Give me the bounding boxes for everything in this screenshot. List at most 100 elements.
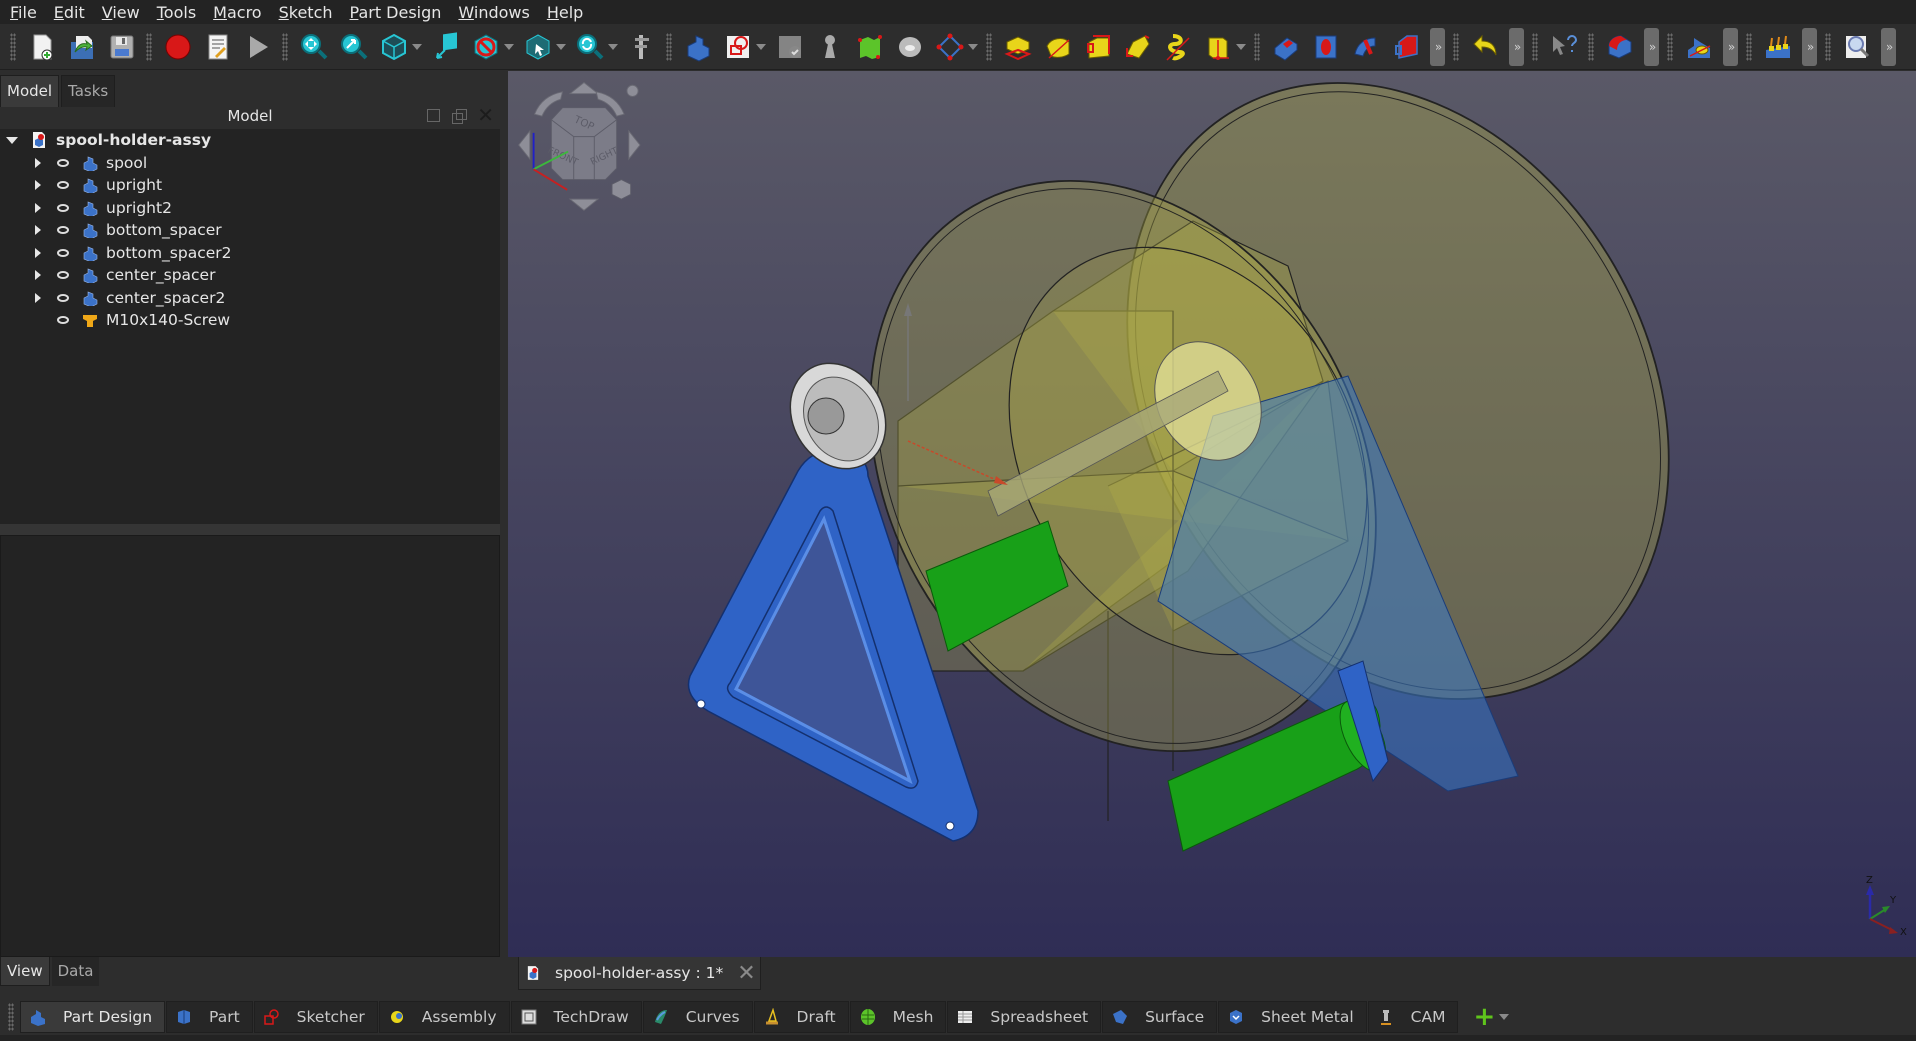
- fillet-button[interactable]: [1603, 30, 1637, 64]
- tree-item-spool[interactable]: spool: [0, 152, 500, 175]
- workbench-tab-part-design[interactable]: Part Design: [20, 1001, 166, 1033]
- navcube-rotate-up-icon[interactable]: [568, 81, 600, 95]
- workbench-tab-cam[interactable]: CAM: [1367, 1001, 1459, 1033]
- toolbar-grip[interactable]: [1453, 32, 1459, 61]
- menu-part-design[interactable]: Part Design: [350, 3, 442, 22]
- toolbar-extension-button[interactable]: »: [1881, 27, 1896, 66]
- workbench-tab-part[interactable]: Part: [166, 1001, 253, 1033]
- tree-item-center-spacer[interactable]: center_spacer: [0, 264, 500, 287]
- menu-windows[interactable]: Windows: [458, 3, 529, 22]
- view-menu-dropdown[interactable]: [412, 30, 422, 64]
- menu-tools[interactable]: Tools: [157, 3, 196, 22]
- sync-view-dropdown[interactable]: [608, 30, 618, 64]
- tree-item-upright[interactable]: upright: [0, 174, 500, 197]
- expand-arrow-icon[interactable]: [35, 180, 41, 191]
- workbench-tab-draft[interactable]: Draft: [753, 1001, 849, 1033]
- macro-run-button[interactable]: [241, 30, 275, 64]
- create-sketch-button[interactable]: [721, 30, 755, 64]
- tree-item-m10x140-screw[interactable]: M10x140-Screw: [0, 309, 500, 332]
- document-tab[interactable]: spool-holder-assy : 1* ✕: [518, 957, 761, 990]
- additive-pipe-button[interactable]: [1121, 30, 1155, 64]
- tab-tasks[interactable]: Tasks: [61, 75, 116, 107]
- toolbar-grip[interactable]: [282, 32, 288, 61]
- workbench-tab-mesh[interactable]: Mesh: [849, 1001, 947, 1033]
- groove-button[interactable]: [1349, 30, 1383, 64]
- fit-all-button[interactable]: [297, 30, 331, 64]
- visibility-eye-icon[interactable]: [57, 226, 69, 235]
- toolbar-grip[interactable]: [1825, 32, 1831, 61]
- expand-arrow-icon[interactable]: [35, 202, 41, 213]
- sketch-dropdown[interactable]: [756, 30, 766, 64]
- menu-macro[interactable]: Macro: [213, 3, 261, 22]
- menu-sketch[interactable]: Sketch: [279, 3, 333, 22]
- workbench-tab-sheet-metal[interactable]: Sheet Metal: [1218, 1001, 1367, 1033]
- 3d-viewport[interactable]: TOP FRONT RIGHT Z Y X: [508, 71, 1916, 957]
- toolbar-grip[interactable]: [666, 32, 672, 61]
- navigation-cube[interactable]: TOP FRONT RIGHT: [514, 75, 654, 215]
- expand-arrow-icon[interactable]: [35, 157, 41, 168]
- add-workbench-dropdown[interactable]: [1499, 1014, 1510, 1020]
- tree-item-bottom-spacer[interactable]: bottom_spacer: [0, 219, 500, 242]
- clone-button[interactable]: [813, 30, 847, 64]
- expand-arrow-icon[interactable]: [35, 247, 41, 258]
- additive-primitive-button[interactable]: [1201, 30, 1235, 64]
- visibility-eye-icon[interactable]: [57, 271, 69, 280]
- selection-filter-dropdown[interactable]: [556, 30, 566, 64]
- bounding-box-button[interactable]: [429, 30, 463, 64]
- datum-dropdown[interactable]: [968, 30, 978, 64]
- dock-overlay-icon[interactable]: [427, 109, 441, 122]
- primitive-dropdown[interactable]: [1236, 30, 1246, 64]
- menu-file[interactable]: File: [10, 3, 37, 22]
- tree-item-center-spacer2[interactable]: center_spacer2: [0, 287, 500, 310]
- tab-data[interactable]: Data: [51, 957, 100, 986]
- new-document-button[interactable]: [25, 30, 59, 64]
- hole-button[interactable]: [1309, 30, 1343, 64]
- macro-edit-button[interactable]: [201, 30, 235, 64]
- subtractive-loft-button[interactable]: [1389, 30, 1423, 64]
- navcube-menu-icon[interactable]: [626, 84, 639, 97]
- undo-button[interactable]: [1468, 30, 1502, 64]
- toolbar-grip[interactable]: [1667, 32, 1673, 61]
- additive-loft-button[interactable]: [1081, 30, 1115, 64]
- validate-sketch-button[interactable]: [773, 30, 807, 64]
- whats-this-button[interactable]: [1547, 30, 1581, 64]
- tab-model[interactable]: Model: [0, 75, 60, 107]
- open-document-button[interactable]: [65, 30, 99, 64]
- revolution-button[interactable]: [1041, 30, 1075, 64]
- menu-view[interactable]: View: [102, 3, 140, 22]
- selection-filter-button[interactable]: [521, 30, 555, 64]
- inspection-button[interactable]: [1840, 30, 1874, 64]
- toolbar-grip[interactable]: [986, 32, 992, 61]
- menu-edit[interactable]: Edit: [54, 3, 85, 22]
- navcube-view-menu-icon[interactable]: [611, 179, 632, 200]
- navcube-rotate-right-icon[interactable]: [628, 129, 641, 161]
- sub-shape-binder-button[interactable]: [893, 30, 927, 64]
- visibility-eye-icon[interactable]: [57, 158, 69, 167]
- tree-item-bottom-spacer2[interactable]: bottom_spacer2: [0, 242, 500, 265]
- toolbar-extension-button[interactable]: »: [1430, 27, 1445, 66]
- fit-selection-button[interactable]: [337, 30, 371, 64]
- macro-record-button[interactable]: [161, 30, 195, 64]
- navcube-rotate-down-icon[interactable]: [568, 198, 600, 211]
- pocket-button[interactable]: [1269, 30, 1303, 64]
- datum-plane-button[interactable]: [933, 30, 967, 64]
- dock-close-icon[interactable]: ✕: [477, 105, 494, 125]
- draw-style-button[interactable]: [469, 30, 503, 64]
- visibility-eye-icon[interactable]: [57, 248, 69, 257]
- visibility-eye-icon[interactable]: [57, 203, 69, 212]
- shape-binder-button[interactable]: [853, 30, 887, 64]
- panel-splitter[interactable]: [0, 524, 500, 535]
- toolbar-grip[interactable]: [1254, 32, 1260, 61]
- spool-holder-model[interactable]: [508, 71, 1916, 957]
- pad-button[interactable]: [1001, 30, 1035, 64]
- dock-float-icon[interactable]: [452, 109, 468, 124]
- isometric-view-button[interactable]: [377, 30, 411, 64]
- add-workbench-icon[interactable]: +: [1473, 1002, 1495, 1032]
- toolbar-grip[interactable]: [1746, 32, 1752, 61]
- sync-view-button[interactable]: [573, 30, 607, 64]
- navcube-rotate-left-icon[interactable]: [518, 129, 531, 161]
- workbench-tab-surface[interactable]: Surface: [1102, 1001, 1218, 1033]
- create-body-button[interactable]: [681, 30, 715, 64]
- toolbar-extension-button[interactable]: »: [1644, 27, 1659, 66]
- workbench-tab-spreadsheet[interactable]: Spreadsheet: [947, 1001, 1102, 1033]
